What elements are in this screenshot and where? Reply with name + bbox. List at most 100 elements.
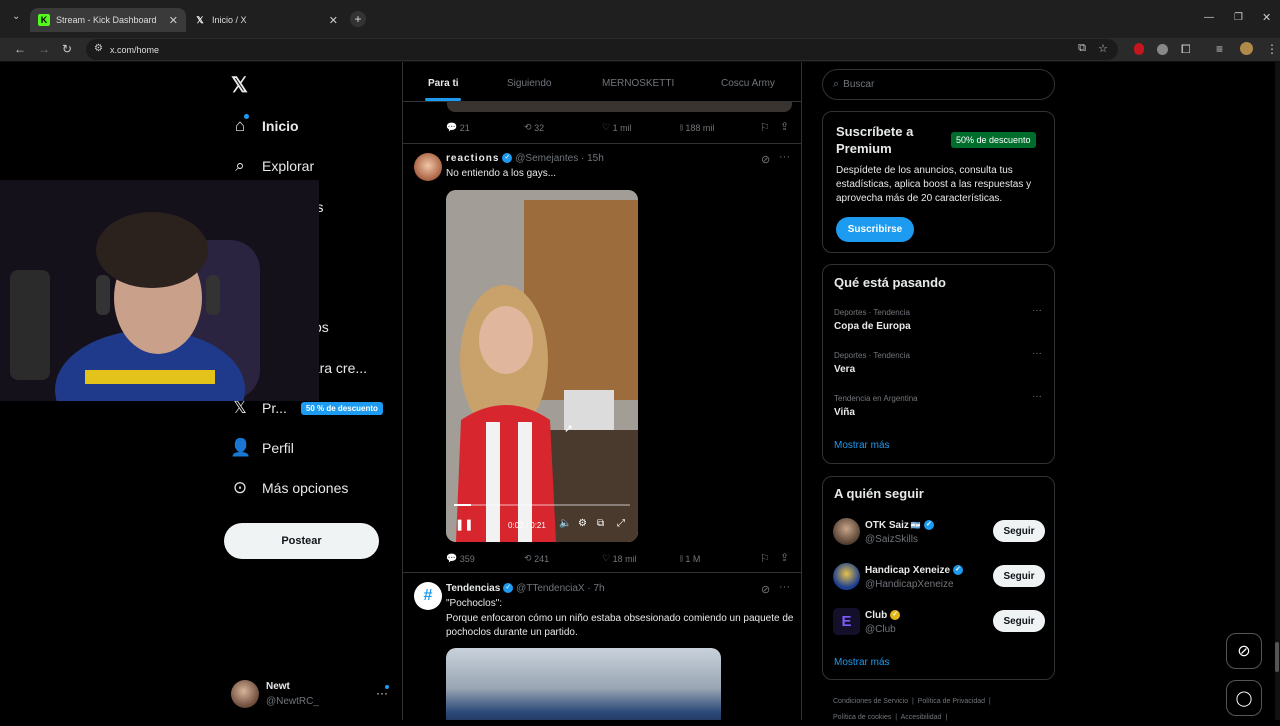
post-media-image[interactable] xyxy=(446,648,721,720)
prev-repost-action[interactable]: ⟲ 32 xyxy=(524,122,544,133)
share-icon[interactable]: ⇪ xyxy=(780,120,789,133)
reply-icon: 💬 xyxy=(446,122,458,132)
views-action[interactable]: ⫾ 1 M xyxy=(680,553,700,564)
prev-views-action[interactable]: ⫾ 188 mil xyxy=(680,122,714,133)
forward-icon[interactable]: → xyxy=(38,42,50,56)
extensions-puzzle-icon[interactable]: ⧠ xyxy=(1181,42,1191,57)
messages-floating-button[interactable]: ◯ xyxy=(1226,680,1262,716)
trend-item[interactable]: Tendencia en Argentina Viña ··· xyxy=(823,391,1054,433)
nav-item-label: Perfil xyxy=(262,440,294,456)
trends-show-more-link[interactable]: Mostrar más xyxy=(834,440,890,451)
close-tab-icon[interactable]: ✕ xyxy=(169,14,178,27)
nav-item-mas-opciones[interactable]: ⊙ Más opciones xyxy=(230,473,349,503)
extension-red-icon[interactable] xyxy=(1134,43,1144,55)
prev-reply-action[interactable]: 💬 21 xyxy=(446,122,470,133)
trend-name: Vera xyxy=(834,364,856,375)
who-to-follow-card: A quién seguir OTK Saiz 🇦🇷 ✓ @SaizSkills S… xyxy=(822,476,1055,680)
bookmark-icon[interactable]: ⚐ xyxy=(760,552,770,565)
trend-more-icon[interactable]: ··· xyxy=(1032,391,1042,402)
x-logo-icon[interactable]: 𝕏 xyxy=(231,73,248,98)
video-frame xyxy=(446,190,638,542)
post-more-icon[interactable]: ··· xyxy=(779,581,790,593)
bookmark-icon[interactable]: ⚐ xyxy=(760,121,770,134)
fullscreen-icon[interactable]: ⤢ xyxy=(617,518,625,529)
tab-x-home[interactable]: 𝕏 Inicio / X ✕ xyxy=(186,8,346,32)
author-name[interactable]: Tendencias xyxy=(446,583,500,594)
footer-link[interactable]: Política de Privacidad xyxy=(918,698,985,705)
avatar[interactable] xyxy=(414,153,442,181)
share-icon[interactable]: ⇪ xyxy=(780,551,789,564)
notification-dot xyxy=(244,114,249,119)
search-input[interactable]: ⌕ Buscar xyxy=(822,69,1055,100)
close-window-icon[interactable]: ✕ xyxy=(1262,11,1271,24)
trend-more-icon[interactable]: ··· xyxy=(1032,305,1042,316)
grok-icon[interactable]: ⊘ xyxy=(761,583,770,596)
media-controls-icon[interactable]: ≡ xyxy=(1216,42,1223,56)
site-info-icon[interactable]: ⚙ xyxy=(94,43,103,54)
post-time[interactable]: 7h xyxy=(593,583,604,594)
author-handle[interactable]: @TTendenciaX xyxy=(516,583,585,594)
repost-action[interactable]: ⟲ 241 xyxy=(524,553,549,564)
trend-more-icon[interactable]: ··· xyxy=(1032,348,1042,359)
post-more-icon[interactable]: ··· xyxy=(779,151,790,163)
footer-link[interactable]: Condiciones de Servicio xyxy=(833,698,908,705)
follow-show-more-link[interactable]: Mostrar más xyxy=(834,657,890,668)
close-tab-icon[interactable]: ✕ xyxy=(329,14,338,27)
author-name[interactable]: reactions xyxy=(446,153,499,164)
like-action[interactable]: ♡ 18 mil xyxy=(602,553,637,564)
browser-menu-icon[interactable]: ⋮ xyxy=(1266,42,1278,56)
hashtag-avatar-icon[interactable]: # xyxy=(414,582,442,610)
prev-like-action[interactable]: ♡ 1 mil xyxy=(602,122,632,133)
avatar xyxy=(833,518,860,545)
video-player[interactable]: ❚❚ 0:02 / 0:21 🔈 ⚙ ⧉ ⤢ ➚ xyxy=(446,190,638,542)
tab-coscu-army[interactable]: Coscu Army xyxy=(721,78,775,89)
video-progress-track[interactable] xyxy=(454,504,630,506)
tab-siguiendo[interactable]: Siguiendo xyxy=(507,78,551,89)
follow-button[interactable]: Seguir xyxy=(993,520,1045,542)
post-time[interactable]: 15h xyxy=(587,153,604,164)
post-reactions[interactable]: reactions ✓ @Semejantes · 15h ⊘ ··· No en… xyxy=(403,144,801,572)
grok-icon[interactable]: ⊘ xyxy=(761,153,770,166)
scrollbar-thumb[interactable] xyxy=(1275,642,1279,672)
follow-button[interactable]: Seguir xyxy=(993,610,1045,632)
follow-name: OTK Saiz 🇦🇷 ✓ xyxy=(865,520,934,531)
reply-action[interactable]: 💬 359 xyxy=(446,553,475,564)
pip-icon[interactable]: ⧉ xyxy=(597,518,604,529)
new-tab-button[interactable]: + xyxy=(350,11,366,27)
mute-icon[interactable]: 🔈 xyxy=(559,518,571,529)
follow-suggestion[interactable]: OTK Saiz 🇦🇷 ✓ @SaizSkills Seguir xyxy=(823,515,1054,555)
tab-list-chevron-icon[interactable]: ⌄ xyxy=(12,11,20,22)
restore-window-icon[interactable]: ❐ xyxy=(1234,12,1243,23)
tab-mernosketti[interactable]: MERNOSKETTI xyxy=(602,78,674,89)
follow-suggestion[interactable]: Handicap Xeneize ✓ @HandicapXeneize Segui… xyxy=(823,560,1054,600)
account-switcher[interactable]: Newt @NewtRC_ ··· xyxy=(230,678,390,712)
grok-floating-button[interactable]: ⊘ xyxy=(1226,633,1262,669)
pause-icon[interactable]: ❚❚ xyxy=(455,518,473,531)
trend-item[interactable]: Deportes · Tendencia Copa de Europa ··· xyxy=(823,305,1054,347)
extension-gray-icon[interactable] xyxy=(1157,44,1168,55)
trend-item[interactable]: Deportes · Tendencia Vera ··· xyxy=(823,348,1054,390)
follow-suggestion[interactable]: E Club ✓ @Club Seguir xyxy=(823,605,1054,645)
video-time: 0:02 / 0:21 xyxy=(508,521,546,530)
address-bar[interactable]: ⚙ x.com/home ⧉ ☆ xyxy=(86,39,1118,60)
page-scrollbar[interactable] xyxy=(1275,62,1280,720)
post-tendencias[interactable]: # Tendencias ✓ @TTendenciaX · 7h ⊘ ··· "P… xyxy=(403,573,801,720)
trend-context: Tendencia en Argentina xyxy=(834,394,918,403)
nav-item-inicio[interactable]: ⌂ Inicio xyxy=(230,111,299,141)
home-feed: Para ti Siguiendo MERNOSKETTI Coscu Army… xyxy=(402,62,802,720)
profile-avatar-icon[interactable] xyxy=(1240,42,1253,55)
tab-kick-dashboard[interactable]: K Stream - Kick Dashboard ✕ xyxy=(30,8,186,32)
subscribe-button[interactable]: Suscribirse xyxy=(836,217,914,242)
back-icon[interactable]: ← xyxy=(14,42,26,56)
settings-gear-icon[interactable]: ⚙ xyxy=(578,518,587,529)
post-button[interactable]: Postear xyxy=(224,523,379,559)
follow-button[interactable]: Seguir xyxy=(993,565,1045,587)
cast-icon[interactable]: ⧉ xyxy=(1078,42,1086,55)
author-handle[interactable]: @Semejantes xyxy=(515,153,578,164)
reload-icon[interactable]: ↻ xyxy=(62,42,72,56)
bookmark-star-icon[interactable]: ☆ xyxy=(1098,42,1108,55)
nav-item-perfil[interactable]: 👤 Perfil xyxy=(230,433,294,463)
nav-item-explorar[interactable]: ⌕ Explorar xyxy=(230,151,314,181)
minimize-window-icon[interactable]: — xyxy=(1204,12,1214,23)
tab-para-ti[interactable]: Para ti xyxy=(428,78,459,89)
